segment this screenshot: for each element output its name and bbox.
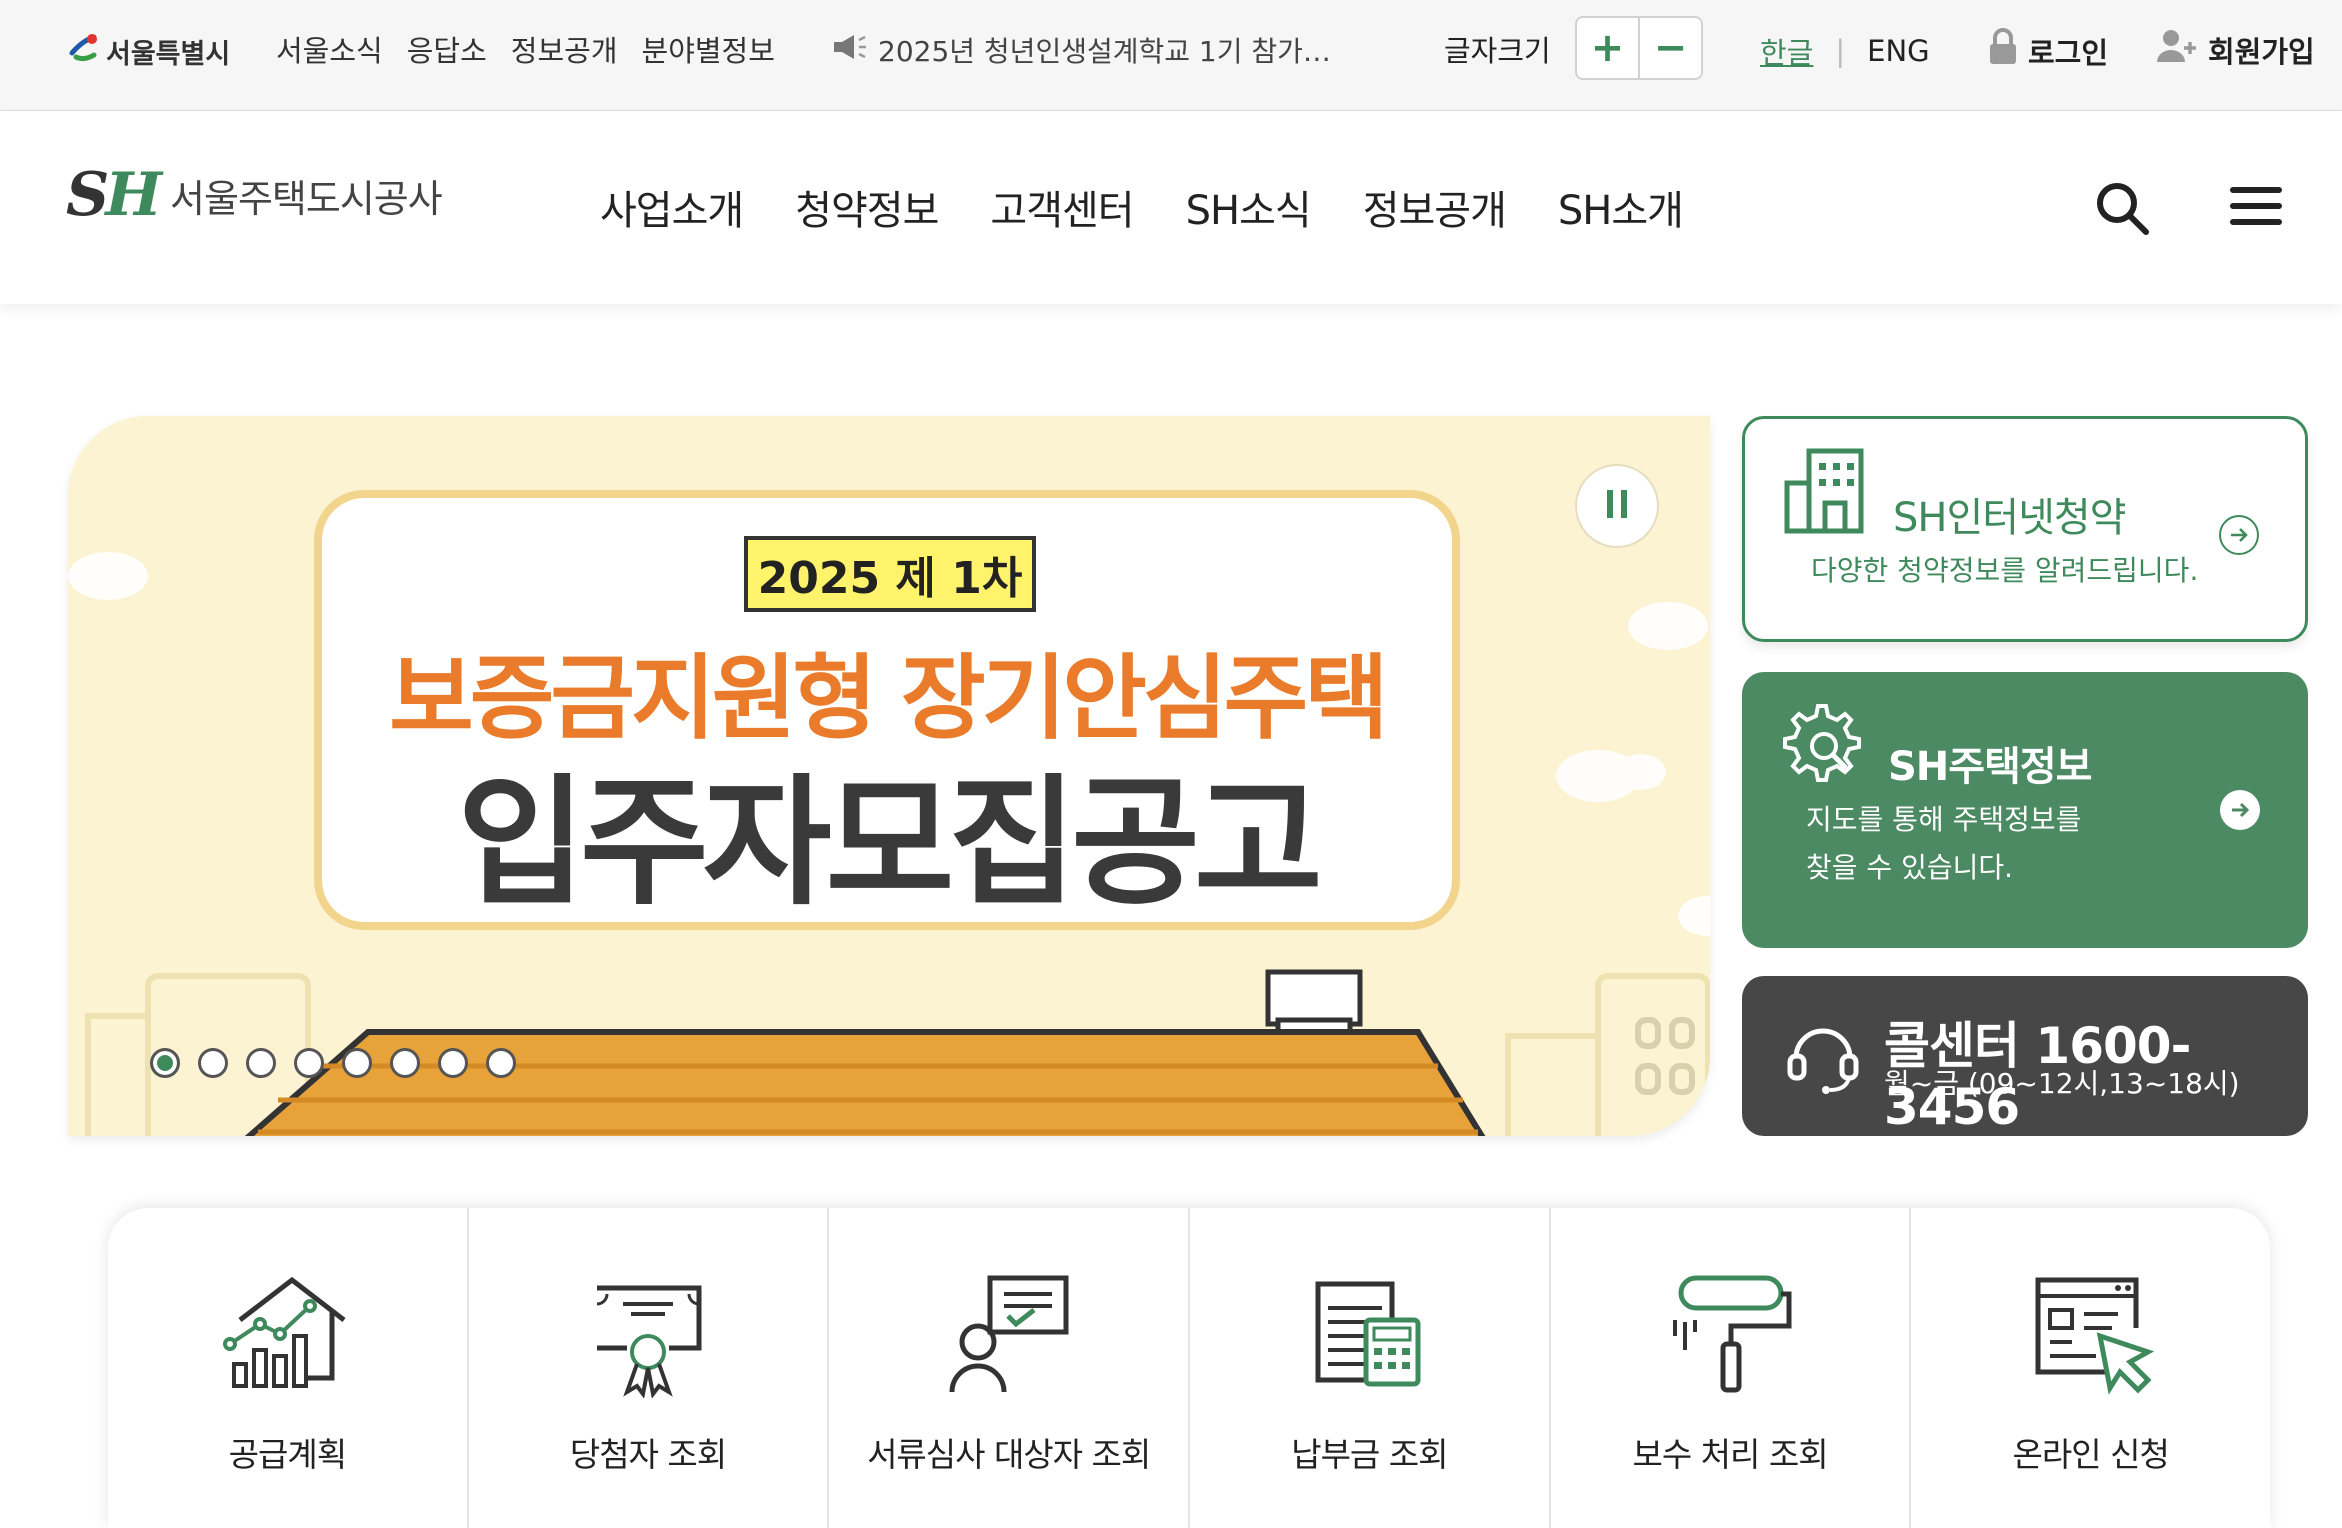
signup-link[interactable]: 회원가입	[2156, 28, 2315, 71]
nav-subscription[interactable]: 청약정보	[795, 178, 939, 236]
slide-dot-8[interactable]	[486, 1048, 516, 1078]
nav-about-sh[interactable]: SH소개	[1558, 178, 1684, 236]
user-add-icon	[2156, 28, 2200, 71]
lang-english[interactable]: ENG	[1867, 34, 1930, 68]
signup-label: 회원가입	[2208, 34, 2315, 69]
quick-document-review-label: 서류심사 대상자 조회	[867, 1435, 1151, 1474]
slide-dot-5[interactable]	[342, 1048, 372, 1078]
window-cursor-icon	[2026, 1268, 2156, 1398]
megaphone-icon	[832, 32, 868, 69]
quick-winner-lookup-label: 당첨자 조회	[569, 1435, 727, 1474]
quick-online-apply-label: 온라인 신청	[2012, 1435, 2170, 1474]
lock-icon	[1988, 28, 2018, 73]
slide-dot-2[interactable]	[198, 1048, 228, 1078]
search-icon[interactable]	[2094, 180, 2150, 240]
card1-arrow-icon	[2219, 515, 2259, 555]
global-nav: 사업소개 청약정보 고객센터 SH소식 정보공개 SH소개	[600, 178, 1735, 236]
quick-payment-lookup[interactable]: 납부금 조회	[1190, 1208, 1551, 1528]
card1-desc: 다양한 청약정보를 알려드립니다.	[1811, 554, 2199, 587]
util-link-response[interactable]: 응답소	[407, 28, 487, 70]
quick-document-review[interactable]: 서류심사 대상자 조회	[829, 1208, 1191, 1528]
banner-subheadline: 입주자모집공고	[457, 762, 1323, 925]
lang-divider: |	[1835, 34, 1846, 68]
font-decrease-button[interactable]: −	[1640, 18, 1701, 78]
quick-repair-lookup-label: 보수 처리 조회	[1632, 1435, 1828, 1474]
font-size-control: + −	[1575, 16, 1703, 80]
quick-payment-lookup-label: 납부금 조회	[1291, 1435, 1448, 1474]
card-housing-info[interactable]: SH주택정보 지도를 통해 주택정보를 찾을 수 있습니다.	[1742, 672, 2308, 948]
main-banner[interactable]: 2025 제 1차 보증금지원형 장기안심주택 입주자모집공고	[68, 416, 1710, 1136]
house-chart-icon	[222, 1268, 352, 1398]
card2-title: SH주택정보	[1888, 744, 2092, 790]
seoul-city-link[interactable]: 서울특별시	[64, 26, 230, 76]
nav-business[interactable]: 사업소개	[600, 178, 744, 236]
card-call-center[interactable]: 콜센터 1600-3456 월~금 (09~12시,13~18시)	[1742, 976, 2308, 1136]
header-actions	[2094, 180, 2282, 240]
headset-icon	[1786, 1018, 1860, 1098]
login-label: 로그인	[2028, 35, 2109, 70]
font-size-label: 글자크기	[1444, 34, 1551, 68]
lang-korean[interactable]: 한글	[1760, 30, 1813, 72]
slide-dot-4[interactable]	[294, 1048, 324, 1078]
card2-desc-line2: 찾을 수 있습니다.	[1806, 851, 2014, 884]
sh-logo-name: 서울주택도시공사	[170, 176, 443, 221]
paint-roller-icon	[1665, 1268, 1795, 1398]
slide-dot-6[interactable]	[390, 1048, 420, 1078]
seoul-label: 서울특별시	[106, 38, 231, 70]
pause-icon	[1604, 488, 1630, 524]
card2-arrow-icon	[2220, 790, 2260, 830]
nav-sh-news[interactable]: SH소식	[1186, 178, 1312, 236]
quick-online-apply[interactable]: 온라인 신청	[1911, 1208, 2270, 1528]
slide-dot-3[interactable]	[246, 1048, 276, 1078]
nav-disclosure[interactable]: 정보공개	[1363, 178, 1507, 236]
util-link-news[interactable]: 서울소식	[276, 28, 383, 70]
card-internet-subscription[interactable]: SH인터넷청약 다양한 청약정보를 알려드립니다.	[1742, 416, 2308, 642]
person-board-icon	[944, 1268, 1074, 1398]
bill-calculator-icon	[1304, 1268, 1434, 1398]
utility-bar: 서울특별시 서울소식 응답소 정보공개 분야별정보 2025년 청년인생설계학교…	[0, 0, 2342, 111]
nav-customer-center[interactable]: 고객센터	[990, 178, 1134, 236]
seoul-logo-icon	[64, 31, 102, 71]
notice-ticker[interactable]: 2025년 청년인생설계학교 1기 참가자 모집	[832, 30, 1352, 70]
slide-pagination	[150, 1048, 516, 1078]
notice-text: 2025년 청년인생설계학교 1기 참가자 모집	[878, 35, 1348, 68]
card2-desc-line1: 지도를 통해 주택정보를	[1806, 803, 2082, 836]
login-link[interactable]: 로그인	[1988, 28, 2108, 73]
quick-supply-plan-label: 공급계획	[228, 1435, 347, 1474]
sh-logo-mark: SH	[66, 160, 162, 230]
quick-supply-plan[interactable]: 공급계획	[108, 1208, 469, 1528]
quick-winner-lookup[interactable]: 당첨자 조회	[469, 1208, 830, 1528]
main-header: SH 서울주택도시공사 사업소개 청약정보 고객센터 SH소식 정보공개 SH소…	[0, 112, 2342, 304]
certificate-icon	[583, 1268, 713, 1399]
pause-button[interactable]	[1575, 464, 1659, 548]
quick-menu: 공급계획 당첨자 조회 서류심사 대상자 조회 납부금 조회 보수 처리 조회 …	[108, 1208, 2270, 1528]
util-links: 서울소식 응답소 정보공개 분야별정보	[276, 28, 775, 70]
slide-dot-7[interactable]	[438, 1048, 468, 1078]
font-increase-button[interactable]: +	[1577, 18, 1640, 78]
util-link-disclosure[interactable]: 정보공개	[511, 28, 618, 70]
slide-dot-1[interactable]	[150, 1048, 180, 1078]
gear-search-icon	[1766, 698, 1870, 794]
banner-tag: 2025 제 1차	[744, 536, 1036, 612]
util-link-fields[interactable]: 분야별정보	[642, 28, 775, 70]
menu-icon[interactable]	[2230, 180, 2282, 240]
card3-desc: 월~금 (09~12시,13~18시)	[1884, 1067, 2240, 1100]
card1-title: SH인터넷청약	[1893, 495, 2126, 541]
building-icon	[1783, 445, 1869, 541]
quick-repair-lookup[interactable]: 보수 처리 조회	[1551, 1208, 1912, 1528]
language-switch: 한글 | ENG	[1760, 30, 1930, 72]
sh-logo[interactable]: SH 서울주택도시공사	[66, 160, 443, 230]
